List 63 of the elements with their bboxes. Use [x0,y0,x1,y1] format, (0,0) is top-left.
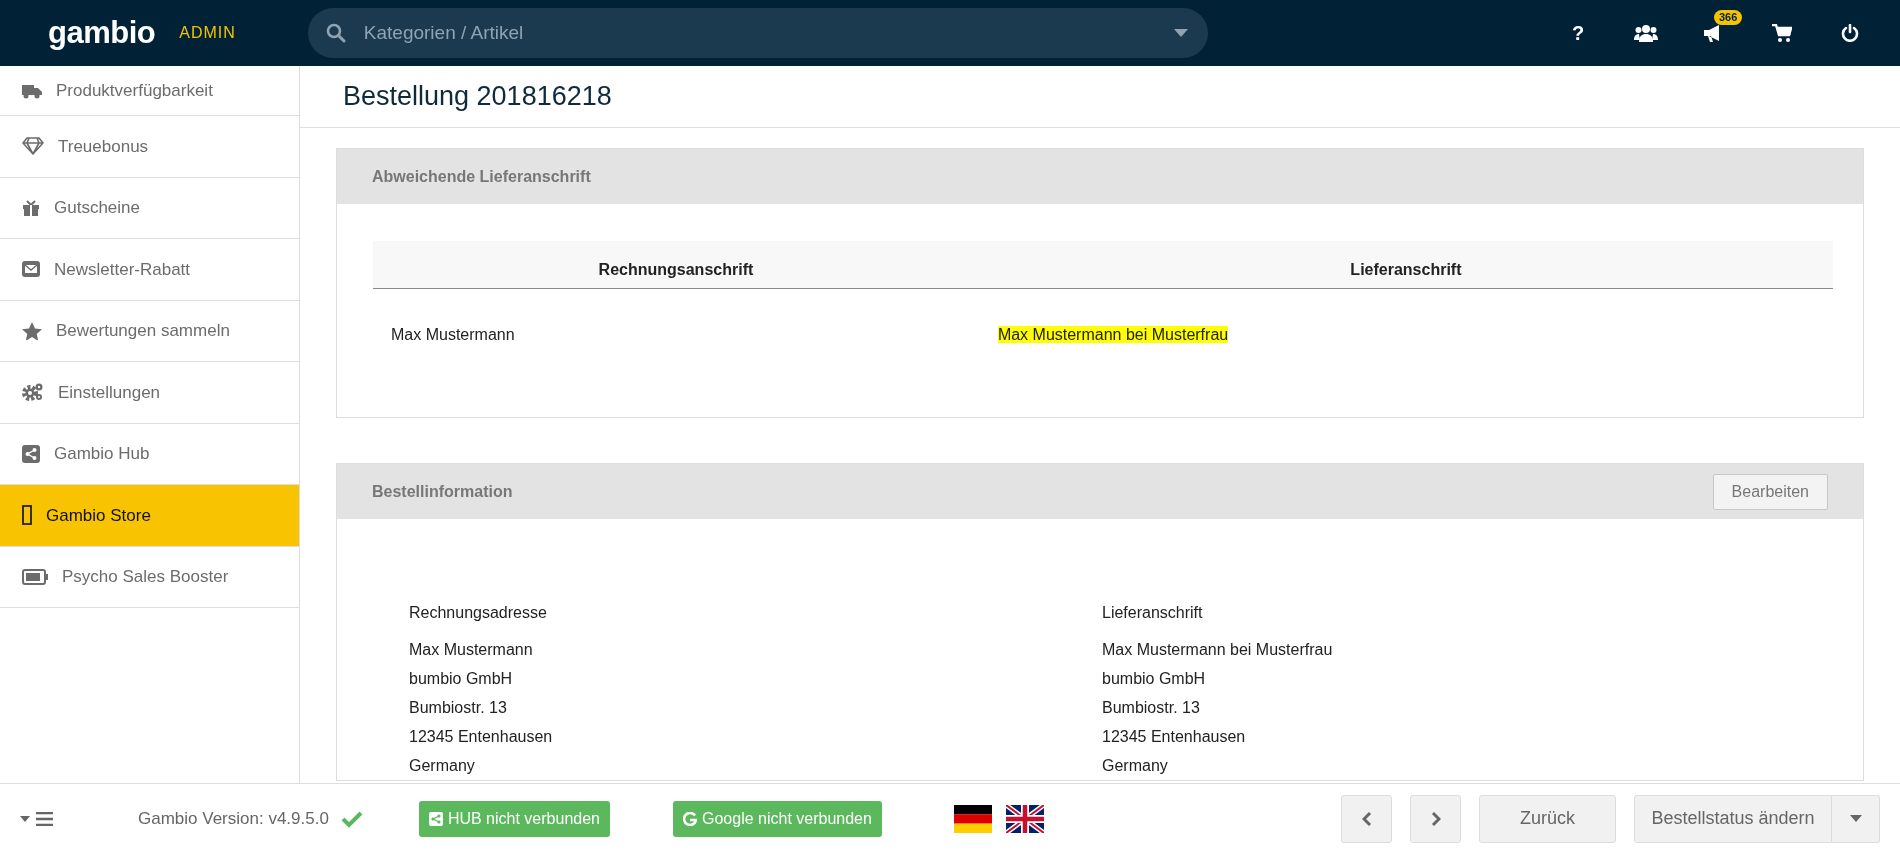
sidebar-item[interactable]: Newsletter-Rabatt [0,239,299,301]
german-flag-icon [953,804,992,833]
chevron-right-icon [1430,810,1441,827]
british-flag-icon [1005,804,1044,833]
help-button[interactable]: ? [1544,0,1612,66]
search-field[interactable]: Kategorien / Artikel [307,8,1208,58]
cart-icon [1772,24,1792,42]
gears-icon [22,382,44,403]
column-header: Lieferanschrift [1349,260,1463,280]
sidebar-item[interactable]: Treuebonus [0,116,299,178]
dropdown-toggle-button[interactable] [1832,794,1880,843]
page-title: Bestellung 201816218 [300,66,1900,128]
search-icon [325,23,346,43]
share-icon [428,811,443,826]
address-line: bumbio GmbH [409,669,514,689]
version-text: Gambio Version: v4.9.5.0 [138,807,329,830]
address-line: Max Mustermann [409,640,534,660]
caret-icon [1173,29,1188,37]
back-button[interactable]: Zurück [1479,794,1616,843]
users-icon [1634,24,1658,42]
battery-icon [22,568,48,585]
sidebar-item[interactable]: Gutscheine [0,177,299,239]
address-line: Germany [409,756,476,776]
sidebar-item[interactable]: Gambio Store [0,485,299,547]
power-icon [1841,24,1859,42]
address-line: 12345 Entenhausen [409,727,554,747]
gift-icon [22,199,40,216]
address-heading: Rechnungsadresse [409,603,548,623]
rectangle-icon [22,505,32,526]
caret-icon [1849,815,1862,822]
star-icon [22,321,42,340]
notifications-button[interactable]: 366 [1680,0,1748,66]
diamond-icon [22,137,44,156]
language-button[interactable] [953,804,992,833]
sidebar-item[interactable]: Einstellungen [0,362,299,424]
address-line: Max Mustermann bei Musterfrau [1102,640,1334,660]
language-button[interactable] [1005,804,1044,833]
address-line: bumbio GmbH [1102,669,1207,689]
share-icon [22,444,40,463]
truck-icon [22,82,42,99]
notification-badge: 366 [1714,10,1743,25]
check-icon [340,809,363,828]
sidebar-item[interactable]: Psycho Sales Booster [0,546,299,608]
table-cell: Max Mustermann bei Musterfrau [997,326,1229,343]
sidebar-item[interactable]: Produktverfügbarkeit [0,66,299,116]
address-line: Germany [1102,756,1169,776]
menu-icon [20,812,54,827]
table-cell: Max Mustermann [391,326,515,343]
address-heading: Lieferanschrift [1102,603,1204,623]
card-title: Abweichende Lieferanschrift [372,166,591,187]
address-line: 12345 Entenhausen [1102,727,1247,747]
card-title: Bestellinformation [372,481,513,502]
google-icon [683,811,697,826]
address-line: Bumbiostr. 13 [409,698,508,718]
status-button[interactable]: Bestellstatus ändern [1634,794,1832,843]
sidebar-item[interactable]: Bewertungen sammeln [0,300,299,362]
edit-button[interactable]: Bearbeiten [1712,473,1828,510]
logo[interactable]: gambio [48,9,156,57]
address-line: Bumbiostr. 13 [1102,698,1201,718]
chevron-left-icon [1361,810,1372,827]
envelope-icon [22,260,40,279]
column-header: Rechnungsanschrift [597,260,755,280]
logo-suffix: ADMIN [179,23,236,43]
